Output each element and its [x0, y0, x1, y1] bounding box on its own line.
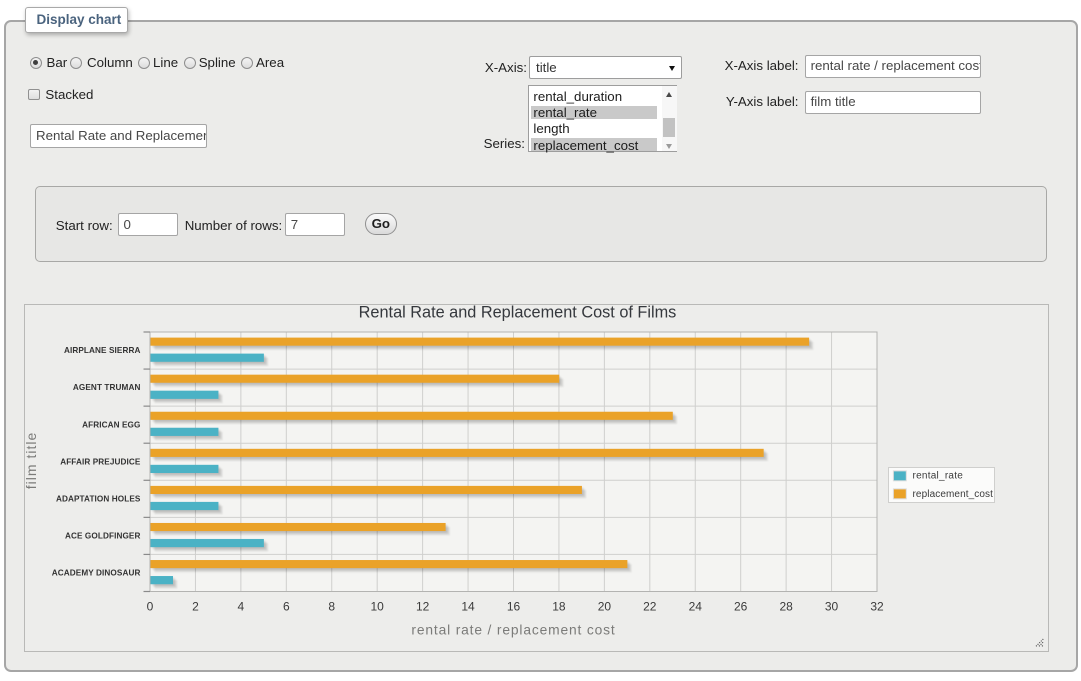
svg-text:28: 28	[779, 599, 793, 613]
svg-text:ADAPTATION HOLES: ADAPTATION HOLES	[56, 494, 141, 503]
svg-text:replacement_cost: replacement_cost	[913, 488, 994, 499]
svg-text:2: 2	[192, 599, 199, 613]
svg-text:0: 0	[147, 599, 154, 613]
svg-text:Rental Rate and Replacement Co: Rental Rate and Replacement Cost of Film…	[359, 304, 677, 322]
svg-text:rental rate / replacement cost: rental rate / replacement cost	[411, 622, 615, 637]
svg-text:14: 14	[461, 599, 475, 613]
svg-text:AFFAIR PREJUDICE: AFFAIR PREJUDICE	[60, 457, 141, 466]
svg-text:32: 32	[870, 599, 884, 613]
svg-text:4: 4	[238, 599, 245, 613]
svg-text:film title: film title	[24, 431, 39, 488]
svg-text:20: 20	[598, 599, 612, 613]
svg-text:8: 8	[328, 599, 335, 613]
svg-text:ACADEMY DINOSAUR: ACADEMY DINOSAUR	[52, 568, 141, 577]
svg-text:AFRICAN EGG: AFRICAN EGG	[82, 420, 140, 429]
svg-text:26: 26	[734, 599, 748, 613]
svg-text:30: 30	[825, 599, 839, 613]
svg-text:ACE GOLDFINGER: ACE GOLDFINGER	[65, 531, 141, 540]
svg-text:16: 16	[507, 599, 521, 613]
svg-text:12: 12	[416, 599, 430, 613]
svg-text:6: 6	[283, 599, 290, 613]
svg-text:AGENT TRUMAN: AGENT TRUMAN	[73, 383, 141, 392]
svg-text:10: 10	[371, 599, 385, 613]
svg-text:24: 24	[689, 599, 703, 613]
svg-text:22: 22	[643, 599, 657, 613]
svg-text:rental_rate: rental_rate	[913, 470, 964, 481]
svg-text:18: 18	[552, 599, 566, 613]
svg-text:AIRPLANE SIERRA: AIRPLANE SIERRA	[64, 346, 141, 355]
